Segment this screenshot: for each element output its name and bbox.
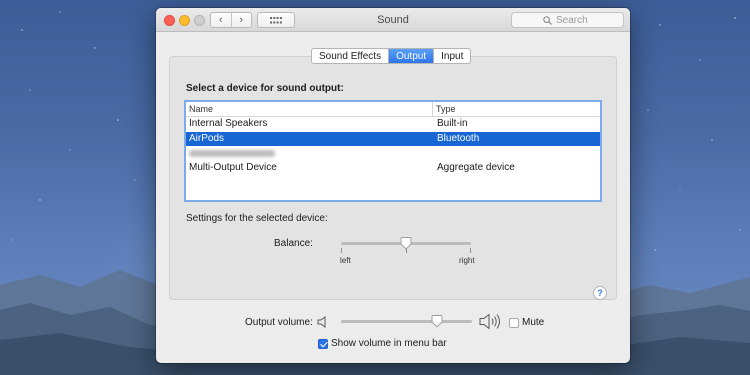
tab-input[interactable]: Input: [434, 49, 470, 63]
table-header: Name Type: [186, 102, 600, 117]
show-volume-checkbox[interactable]: [318, 339, 328, 349]
output-panel: Select a device for sound output: Name T…: [169, 56, 617, 300]
show-volume-label: Show volume in menu bar: [331, 338, 447, 349]
device-name-redacted: [186, 146, 434, 161]
settings-label: Settings for the selected device:: [186, 213, 328, 224]
device-name: AirPods: [189, 132, 225, 144]
balance-right-label: right: [459, 256, 475, 265]
redacted-text: [189, 150, 275, 157]
speaker-high-icon: [479, 313, 500, 330]
speaker-low-icon: [317, 316, 326, 328]
device-name: Multi-Output Device: [189, 161, 277, 173]
mute-label: Mute: [522, 317, 545, 328]
title-bar: ‹ › Sound: [156, 8, 630, 32]
search-icon: [543, 15, 552, 25]
search-field[interactable]: [511, 12, 624, 28]
help-icon: ?: [597, 288, 603, 298]
device-type: [434, 146, 437, 161]
column-header-type[interactable]: Type: [433, 102, 456, 116]
device-row-selected[interactable]: AirPods Bluetooth: [186, 131, 600, 146]
device-name: Internal Speakers: [189, 118, 268, 129]
output-volume-label: Output volume:: [245, 317, 313, 328]
tab-bar: Sound Effects Output Input: [311, 48, 472, 64]
volume-slider-knob[interactable]: [431, 315, 443, 328]
column-header-name[interactable]: Name: [186, 102, 433, 116]
balance-left-label: left: [340, 256, 351, 265]
help-button[interactable]: ?: [593, 286, 607, 300]
search-input[interactable]: [556, 14, 592, 26]
mute-checkbox[interactable]: [509, 318, 519, 328]
tab-sound-effects[interactable]: Sound Effects: [312, 49, 390, 63]
device-row[interactable]: Internal Speakers Built-in: [186, 117, 600, 132]
tab-output[interactable]: Output: [389, 49, 435, 63]
device-type: Bluetooth: [437, 132, 480, 144]
balance-label: Balance:: [274, 238, 313, 249]
balance-slider-knob[interactable]: [400, 237, 412, 250]
device-table[interactable]: Name Type Internal Speakers Built-in Air…: [184, 100, 602, 202]
device-row[interactable]: Multi-Output Device Aggregate device: [186, 161, 600, 176]
balance-tick-left: [341, 248, 342, 253]
balance-tick-right: [470, 248, 471, 253]
device-type: Aggregate device: [437, 161, 515, 173]
device-row-blurred[interactable]: [186, 146, 600, 161]
sound-preferences-window: ‹ › Sound Sound Effects Output Input Sel…: [156, 8, 630, 363]
device-type: Built-in: [437, 118, 468, 129]
volume-slider-track[interactable]: [341, 320, 472, 323]
section-title: Select a device for sound output:: [186, 83, 344, 94]
